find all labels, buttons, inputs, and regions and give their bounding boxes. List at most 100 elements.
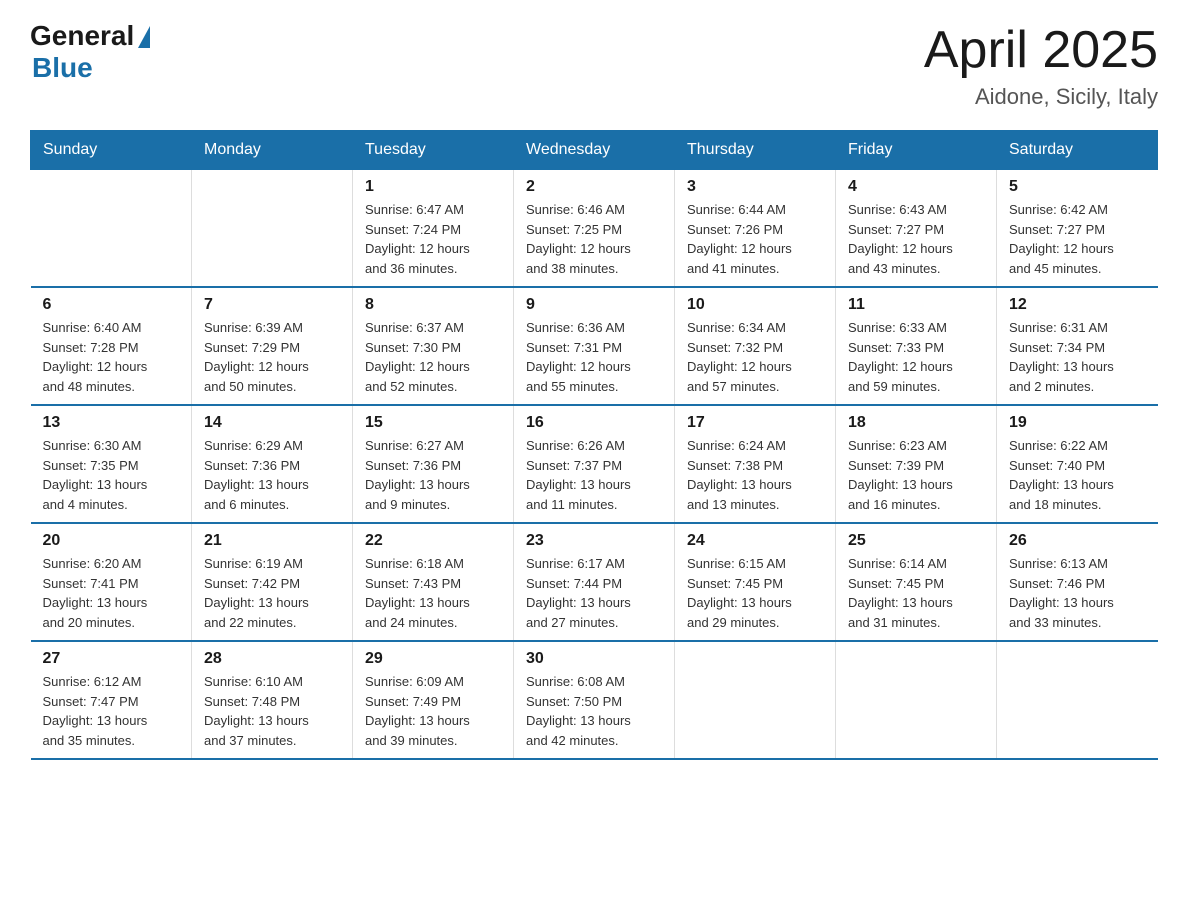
day-info: Sunrise: 6:26 AM Sunset: 7:37 PM Dayligh… bbox=[526, 436, 662, 514]
day-info: Sunrise: 6:34 AM Sunset: 7:32 PM Dayligh… bbox=[687, 318, 823, 396]
calendar-cell: 14 Sunrise: 6:29 AM Sunset: 7:36 PM Dayli… bbox=[192, 405, 353, 523]
calendar-cell: 2 Sunrise: 6:46 AM Sunset: 7:25 PM Daylig… bbox=[514, 170, 675, 288]
day-info: Sunrise: 6:09 AM Sunset: 7:49 PM Dayligh… bbox=[365, 672, 501, 750]
day-number: 26 bbox=[1009, 532, 1146, 550]
calendar-cell: 20 Sunrise: 6:20 AM Sunset: 7:41 PM Dayli… bbox=[31, 523, 192, 641]
day-info: Sunrise: 6:30 AM Sunset: 7:35 PM Dayligh… bbox=[43, 436, 180, 514]
title-block: April 2025 Aidone, Sicily, Italy bbox=[924, 20, 1158, 110]
day-info: Sunrise: 6:47 AM Sunset: 7:24 PM Dayligh… bbox=[365, 200, 501, 278]
calendar-cell: 9 Sunrise: 6:36 AM Sunset: 7:31 PM Daylig… bbox=[514, 287, 675, 405]
calendar-cell: 6 Sunrise: 6:40 AM Sunset: 7:28 PM Daylig… bbox=[31, 287, 192, 405]
calendar-cell: 27 Sunrise: 6:12 AM Sunset: 7:47 PM Dayli… bbox=[31, 641, 192, 759]
weekday-header-saturday: Saturday bbox=[997, 131, 1158, 170]
calendar-cell: 21 Sunrise: 6:19 AM Sunset: 7:42 PM Dayli… bbox=[192, 523, 353, 641]
day-number: 2 bbox=[526, 178, 662, 196]
day-number: 10 bbox=[687, 296, 823, 314]
calendar-cell: 26 Sunrise: 6:13 AM Sunset: 7:46 PM Dayli… bbox=[997, 523, 1158, 641]
day-number: 24 bbox=[687, 532, 823, 550]
calendar-cell bbox=[997, 641, 1158, 759]
weekday-header-friday: Friday bbox=[836, 131, 997, 170]
calendar-cell bbox=[31, 170, 192, 288]
day-info: Sunrise: 6:31 AM Sunset: 7:34 PM Dayligh… bbox=[1009, 318, 1146, 396]
day-info: Sunrise: 6:46 AM Sunset: 7:25 PM Dayligh… bbox=[526, 200, 662, 278]
day-info: Sunrise: 6:24 AM Sunset: 7:38 PM Dayligh… bbox=[687, 436, 823, 514]
day-number: 25 bbox=[848, 532, 984, 550]
page-header: General Blue April 2025 Aidone, Sicily, … bbox=[30, 20, 1158, 110]
day-number: 30 bbox=[526, 650, 662, 668]
calendar-cell: 8 Sunrise: 6:37 AM Sunset: 7:30 PM Daylig… bbox=[353, 287, 514, 405]
calendar-cell: 29Sunrise: 6:09 AM Sunset: 7:49 PM Dayli… bbox=[353, 641, 514, 759]
calendar-cell: 10 Sunrise: 6:34 AM Sunset: 7:32 PM Dayli… bbox=[675, 287, 836, 405]
day-info: Sunrise: 6:20 AM Sunset: 7:41 PM Dayligh… bbox=[43, 554, 180, 632]
day-info: Sunrise: 6:18 AM Sunset: 7:43 PM Dayligh… bbox=[365, 554, 501, 632]
day-number: 8 bbox=[365, 296, 501, 314]
day-info: Sunrise: 6:23 AM Sunset: 7:39 PM Dayligh… bbox=[848, 436, 984, 514]
calendar-week-row: 20 Sunrise: 6:20 AM Sunset: 7:41 PM Dayli… bbox=[31, 523, 1158, 641]
calendar-cell: 23 Sunrise: 6:17 AM Sunset: 7:44 PM Dayli… bbox=[514, 523, 675, 641]
day-info: Sunrise: 6:40 AM Sunset: 7:28 PM Dayligh… bbox=[43, 318, 180, 396]
day-number: 28 bbox=[204, 650, 340, 668]
day-info: Sunrise: 6:27 AM Sunset: 7:36 PM Dayligh… bbox=[365, 436, 501, 514]
logo: General Blue bbox=[30, 20, 150, 84]
day-number: 9 bbox=[526, 296, 662, 314]
calendar-cell bbox=[192, 170, 353, 288]
day-number: 11 bbox=[848, 296, 984, 314]
day-number: 7 bbox=[204, 296, 340, 314]
day-info: Sunrise: 6:10 AM Sunset: 7:48 PM Dayligh… bbox=[204, 672, 340, 750]
calendar-title: April 2025 bbox=[924, 20, 1158, 80]
day-number: 4 bbox=[848, 178, 984, 196]
weekday-header-monday: Monday bbox=[192, 131, 353, 170]
day-info: Sunrise: 6:37 AM Sunset: 7:30 PM Dayligh… bbox=[365, 318, 501, 396]
day-info: Sunrise: 6:14 AM Sunset: 7:45 PM Dayligh… bbox=[848, 554, 984, 632]
calendar-week-row: 1 Sunrise: 6:47 AM Sunset: 7:24 PM Daylig… bbox=[31, 170, 1158, 288]
calendar-cell: 25 Sunrise: 6:14 AM Sunset: 7:45 PM Dayli… bbox=[836, 523, 997, 641]
calendar-cell: 11 Sunrise: 6:33 AM Sunset: 7:33 PM Dayli… bbox=[836, 287, 997, 405]
calendar-cell: 4Sunrise: 6:43 AM Sunset: 7:27 PM Daylig… bbox=[836, 170, 997, 288]
calendar-subtitle: Aidone, Sicily, Italy bbox=[924, 84, 1158, 110]
logo-blue-text: Blue bbox=[32, 52, 93, 84]
day-info: Sunrise: 6:22 AM Sunset: 7:40 PM Dayligh… bbox=[1009, 436, 1146, 514]
calendar-cell: 18 Sunrise: 6:23 AM Sunset: 7:39 PM Dayli… bbox=[836, 405, 997, 523]
day-number: 3 bbox=[687, 178, 823, 196]
weekday-header-sunday: Sunday bbox=[31, 131, 192, 170]
day-info: Sunrise: 6:08 AM Sunset: 7:50 PM Dayligh… bbox=[526, 672, 662, 750]
day-number: 17 bbox=[687, 414, 823, 432]
day-number: 21 bbox=[204, 532, 340, 550]
logo-triangle-icon bbox=[138, 26, 150, 48]
day-number: 20 bbox=[43, 532, 180, 550]
weekday-header-thursday: Thursday bbox=[675, 131, 836, 170]
day-info: Sunrise: 6:12 AM Sunset: 7:47 PM Dayligh… bbox=[43, 672, 180, 750]
day-info: Sunrise: 6:17 AM Sunset: 7:44 PM Dayligh… bbox=[526, 554, 662, 632]
weekday-header-tuesday: Tuesday bbox=[353, 131, 514, 170]
calendar-cell: 17 Sunrise: 6:24 AM Sunset: 7:38 PM Dayli… bbox=[675, 405, 836, 523]
day-info: Sunrise: 6:33 AM Sunset: 7:33 PM Dayligh… bbox=[848, 318, 984, 396]
day-number: 6 bbox=[43, 296, 180, 314]
calendar-cell: 5 Sunrise: 6:42 AM Sunset: 7:27 PM Daylig… bbox=[997, 170, 1158, 288]
day-number: 27 bbox=[43, 650, 180, 668]
day-number: 15 bbox=[365, 414, 501, 432]
calendar-cell: 16 Sunrise: 6:26 AM Sunset: 7:37 PM Dayli… bbox=[514, 405, 675, 523]
calendar-table: SundayMondayTuesdayWednesdayThursdayFrid… bbox=[30, 130, 1158, 760]
calendar-cell: 1 Sunrise: 6:47 AM Sunset: 7:24 PM Daylig… bbox=[353, 170, 514, 288]
calendar-week-row: 27 Sunrise: 6:12 AM Sunset: 7:47 PM Dayli… bbox=[31, 641, 1158, 759]
weekday-header-row: SundayMondayTuesdayWednesdayThursdayFrid… bbox=[31, 131, 1158, 170]
day-number: 23 bbox=[526, 532, 662, 550]
calendar-cell: 12 Sunrise: 6:31 AM Sunset: 7:34 PM Dayli… bbox=[997, 287, 1158, 405]
day-number: 18 bbox=[848, 414, 984, 432]
day-number: 16 bbox=[526, 414, 662, 432]
day-info: Sunrise: 6:19 AM Sunset: 7:42 PM Dayligh… bbox=[204, 554, 340, 632]
day-info: Sunrise: 6:42 AM Sunset: 7:27 PM Dayligh… bbox=[1009, 200, 1146, 278]
day-info: Sunrise: 6:29 AM Sunset: 7:36 PM Dayligh… bbox=[204, 436, 340, 514]
day-number: 14 bbox=[204, 414, 340, 432]
day-number: 12 bbox=[1009, 296, 1146, 314]
calendar-cell bbox=[836, 641, 997, 759]
calendar-week-row: 13Sunrise: 6:30 AM Sunset: 7:35 PM Dayli… bbox=[31, 405, 1158, 523]
day-number: 1 bbox=[365, 178, 501, 196]
day-info: Sunrise: 6:44 AM Sunset: 7:26 PM Dayligh… bbox=[687, 200, 823, 278]
day-info: Sunrise: 6:13 AM Sunset: 7:46 PM Dayligh… bbox=[1009, 554, 1146, 632]
calendar-cell: 13Sunrise: 6:30 AM Sunset: 7:35 PM Dayli… bbox=[31, 405, 192, 523]
calendar-cell: 15 Sunrise: 6:27 AM Sunset: 7:36 PM Dayli… bbox=[353, 405, 514, 523]
calendar-cell: 28 Sunrise: 6:10 AM Sunset: 7:48 PM Dayli… bbox=[192, 641, 353, 759]
day-number: 5 bbox=[1009, 178, 1146, 196]
day-info: Sunrise: 6:36 AM Sunset: 7:31 PM Dayligh… bbox=[526, 318, 662, 396]
